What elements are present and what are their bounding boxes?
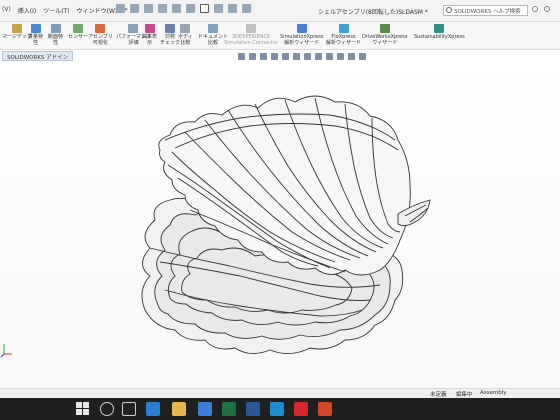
menu-view[interactable]: (V)	[2, 6, 11, 15]
ribbon-button-6[interactable]: 曲率表示	[142, 24, 157, 46]
title-bar: (V) 挿入(I) ツール(T) ウィンドウ(W) » シェルアセンブリ(8回転…	[0, 0, 560, 22]
menu-insert[interactable]: 挿入(I)	[18, 6, 36, 15]
sensor-icon	[73, 24, 83, 33]
command-manager-ribbon: マージデップ 質量特性断面特性センサー アセンブリ 可視化 パフォーマンス 評価 曲率表示対…	[0, 22, 560, 50]
previous-view-icon[interactable]	[260, 53, 267, 60]
ribbon-button-3[interactable]: センサー	[68, 24, 88, 40]
curvature-icon	[144, 24, 155, 33]
ribbon-button-13[interactable]: DriveWorksXpress ウィザード	[362, 24, 407, 46]
status-undefined: 未定義	[430, 392, 447, 398]
floxpress-icon	[338, 24, 349, 33]
hide-show-items-icon[interactable]	[315, 53, 322, 60]
3dexperience-icon	[246, 24, 256, 33]
zoom-area-icon[interactable]	[249, 53, 256, 60]
ribbon-button-10[interactable]: 3DEXPERIENCE Simulation Connector	[224, 24, 278, 46]
ribbon-button-sublabel: 可視化	[92, 40, 108, 46]
undo-icon[interactable]	[186, 4, 195, 13]
options-gear-icon[interactable]	[242, 4, 251, 13]
quick-access-toolbar	[116, 4, 251, 13]
ribbon-button-sublabel: 性	[53, 40, 59, 46]
windows-start-icon[interactable]	[76, 402, 90, 416]
ribbon-button-sublabel: 示	[147, 40, 153, 46]
dynamic-annotation-icon[interactable]	[282, 53, 289, 60]
ribbon-button-14[interactable]: SustainabilityXpress	[414, 24, 465, 40]
merge-icon	[11, 24, 22, 33]
mail-icon[interactable]	[146, 402, 160, 416]
document-compare-icon	[208, 24, 218, 33]
document-title: シェルアセンブリ(8回転した)SLDASM *	[318, 9, 428, 16]
ribbon-button-sublabel: 比較	[180, 40, 191, 46]
home-icon[interactable]	[116, 4, 125, 13]
coordinate-triad-icon	[0, 344, 12, 358]
ribbon-button-sublabel: Simulation Connector	[224, 40, 279, 46]
display-monitor-icon[interactable]	[359, 53, 366, 60]
status-document-type: Assembly	[480, 390, 507, 396]
status-bar: 未定義 編集中 Assembly	[0, 388, 560, 398]
select-pointer-icon[interactable]	[200, 4, 209, 13]
assembly-visualization-icon	[95, 24, 106, 33]
store-icon[interactable]	[198, 402, 212, 416]
simulationxpress-icon	[296, 24, 307, 33]
file-explorer-icon[interactable]	[172, 402, 186, 416]
menu-bar: (V) 挿入(I) ツール(T) ウィンドウ(W) »	[0, 6, 128, 15]
word-icon[interactable]	[246, 402, 260, 416]
edit-appearance-icon[interactable]	[326, 53, 333, 60]
sustainability-icon	[434, 24, 445, 33]
search-icon	[446, 7, 452, 13]
symmetry-check-icon	[165, 24, 175, 33]
ribbon-button-sublabel: 解析ウィザード	[284, 40, 320, 46]
apply-scene-icon[interactable]	[337, 53, 344, 60]
view-orientation-icon[interactable]	[293, 53, 300, 60]
display-style-icon[interactable]	[304, 53, 311, 60]
section-view-icon[interactable]	[271, 53, 278, 60]
ribbon-button-label: SustainabilityXpress	[414, 34, 465, 40]
cortana-icon[interactable]	[100, 402, 114, 416]
ribbon-button-sublabel: 性	[33, 40, 39, 46]
task-view-icon[interactable]	[122, 402, 136, 416]
windows-taskbar	[0, 398, 560, 420]
mass-properties-icon	[30, 24, 41, 33]
edge-icon[interactable]	[270, 402, 284, 416]
heads-up-view-toolbar	[238, 53, 366, 60]
menu-tools[interactable]: ツール(T)	[43, 6, 69, 15]
powerpoint-icon[interactable]	[318, 402, 332, 416]
status-editing-label: 編集中	[456, 392, 473, 398]
ribbon-button-sublabel: チェック	[160, 40, 181, 46]
file-properties-icon[interactable]	[228, 4, 237, 13]
user-icon[interactable]	[532, 6, 538, 12]
title-bar-extras	[532, 6, 550, 12]
shell-assembly-model[interactable]	[0, 62, 560, 388]
ribbon-button-7[interactable]: 対称 チェック	[160, 24, 180, 46]
ribbon-button-4[interactable]: アセンブリ 可視化	[88, 24, 113, 46]
ribbon-button-8[interactable]: ボディ 比較	[178, 24, 193, 46]
driveworks-icon	[379, 24, 390, 33]
compare-icon	[180, 24, 191, 33]
open-folder-icon[interactable]	[144, 4, 153, 13]
solidworks-icon[interactable]	[294, 402, 308, 416]
ribbon-button-1[interactable]: 質量特性	[28, 24, 43, 46]
graphics-viewport[interactable]	[0, 62, 560, 388]
ribbon-button-sublabel: ウィザード	[372, 40, 398, 46]
zoom-to-fit-icon[interactable]	[238, 53, 245, 60]
ribbon-button-12[interactable]: FloXpress 解析ウィザード	[326, 24, 361, 46]
section-properties-icon	[50, 24, 61, 33]
performance-icon	[128, 24, 139, 33]
ribbon-button-label: センサー	[68, 34, 89, 40]
help-search-input[interactable]: SOLIDWORKS ヘルプ検索	[443, 5, 528, 16]
ribbon-button-2[interactable]: 断面特性	[48, 24, 63, 46]
tab-solidworks-addins[interactable]: SOLIDWORKS アドイン	[2, 51, 74, 61]
menu-window[interactable]: ウィンドウ(W)	[77, 6, 118, 15]
help-icon[interactable]	[544, 6, 550, 12]
view-settings-icon[interactable]	[348, 53, 355, 60]
save-icon[interactable]	[158, 4, 167, 13]
ribbon-button-11[interactable]: SimulationXpress 解析ウィザード	[280, 24, 323, 46]
excel-icon[interactable]	[222, 402, 236, 416]
print-icon[interactable]	[172, 4, 181, 13]
help-search-placeholder: SOLIDWORKS ヘルプ検索	[454, 9, 521, 15]
new-document-icon[interactable]	[130, 4, 139, 13]
ribbon-button-sublabel: 解析ウィザード	[326, 40, 362, 46]
rebuild-icon[interactable]	[214, 4, 223, 13]
